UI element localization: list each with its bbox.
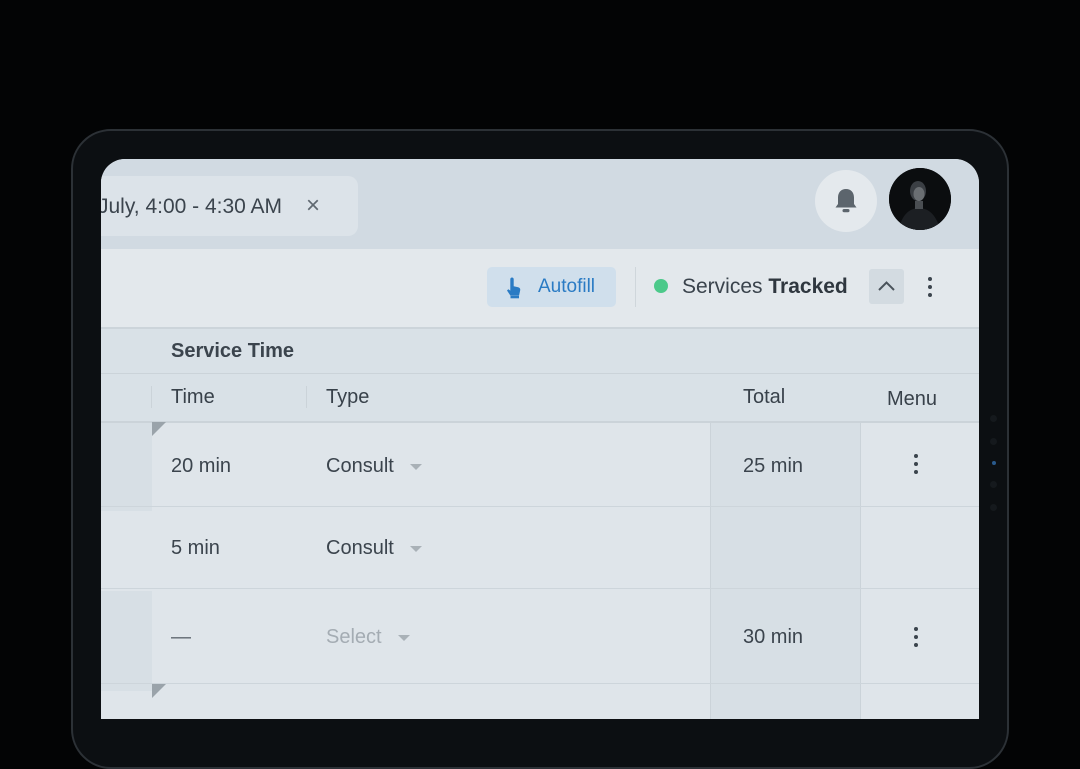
type-dropdown[interactable]: Consult <box>326 537 422 560</box>
status-word-tracked: Tracked <box>768 275 848 298</box>
header-separator <box>306 386 307 408</box>
group-label-service-time: Service Time <box>171 340 295 362</box>
type-dropdown[interactable]: Consult <box>326 455 422 478</box>
toolbar-divider <box>635 267 636 307</box>
cell-time[interactable]: 5 min <box>171 537 220 560</box>
more-options-button[interactable] <box>928 277 932 301</box>
cell-time[interactable]: — <box>171 626 191 649</box>
type-dropdown[interactable]: Select <box>326 626 410 649</box>
cell-type: Consult <box>326 537 394 559</box>
autofill-button[interactable]: Autofill <box>487 267 616 307</box>
column-header-menu: Menu <box>887 388 938 410</box>
column-header-row: Time Type Total Menu <box>101 374 979 423</box>
service-table: Service Time Time Type Total Menu 20 min… <box>101 329 979 719</box>
collapse-button[interactable] <box>869 269 904 304</box>
cell-total: 30 min <box>743 626 804 648</box>
column-header-type[interactable]: Type <box>326 386 369 409</box>
top-bar: July, 4:00 - 4:30 AM × <box>101 159 979 249</box>
event-chip[interactable]: July, 4:00 - 4:30 AM × <box>101 176 358 236</box>
table-row[interactable]: 5 min Consult <box>101 506 979 589</box>
cell-time[interactable]: 20 min <box>171 455 231 478</box>
kebab-icon <box>928 277 932 281</box>
table-row[interactable]: — Select 30 min <box>101 589 979 684</box>
autofill-label: Autofill <box>538 276 596 297</box>
avatar[interactable] <box>889 168 951 230</box>
bell-icon <box>835 189 857 213</box>
chevron-down-icon <box>409 545 422 552</box>
tap-hand-icon <box>507 277 521 299</box>
status-word-services: Services <box>682 275 763 298</box>
chevron-down-icon <box>409 463 422 470</box>
status-dot-icon <box>654 279 668 293</box>
event-chip-label: July, 4:00 - 4:30 AM <box>101 195 283 218</box>
row-marker-icon <box>152 684 166 698</box>
close-icon[interactable]: × <box>306 192 320 220</box>
column-header-time[interactable]: Time <box>171 386 215 409</box>
notifications-button[interactable] <box>815 170 877 232</box>
table-row[interactable]: 20 min Consult 25 min <box>101 422 979 507</box>
toolbar: Autofill Services Tracked <box>101 249 979 329</box>
cell-total: 25 min <box>743 455 804 477</box>
user-avatar-icon <box>889 168 951 230</box>
chevron-up-icon <box>878 281 895 291</box>
cell-type-placeholder: Select <box>326 626 382 648</box>
cell-type: Consult <box>326 455 394 477</box>
column-header-total[interactable]: Total <box>743 386 785 409</box>
group-header: Service Time <box>101 329 979 374</box>
kebab-icon <box>914 454 918 458</box>
header-separator <box>151 386 152 408</box>
row-menu-button[interactable] <box>914 627 918 651</box>
chevron-down-icon <box>397 634 410 641</box>
device-side-buttons <box>988 415 1000 527</box>
status-text: Services Tracked <box>682 275 848 299</box>
kebab-icon <box>914 627 918 631</box>
row-menu-button[interactable] <box>914 454 918 478</box>
app-screen: July, 4:00 - 4:30 AM × Autofill Services… <box>101 159 979 719</box>
